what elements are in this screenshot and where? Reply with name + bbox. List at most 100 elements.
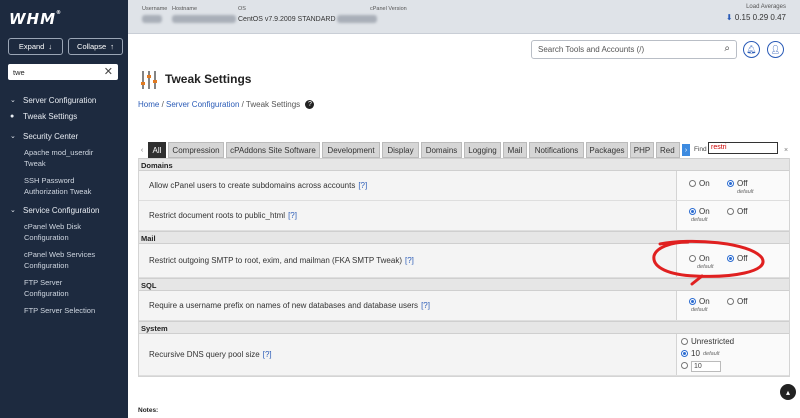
radio-off-icon[interactable] <box>727 298 734 305</box>
user-account-icon[interactable]: 👤︎ <box>767 41 784 58</box>
clear-icon[interactable]: ✕ <box>104 65 113 78</box>
breadcrumb-server-configuration[interactable]: Server Configuration <box>166 100 239 109</box>
nav-security-center[interactable]: ⌄ Security Center <box>0 132 128 142</box>
option-on[interactable]: On <box>689 254 710 263</box>
collapse-button[interactable]: Collapse ↑ <box>68 38 123 55</box>
radio-selected-icon[interactable] <box>727 255 734 262</box>
setting-help-link[interactable]: [?] <box>263 350 272 359</box>
setting-help-link[interactable]: [?] <box>358 181 367 190</box>
find-input[interactable]: restri <box>708 142 778 154</box>
tabs-scroll-left-icon[interactable]: ‹ <box>138 144 146 156</box>
sidebar: WHM® Expand ↓ Collapse ↑ twe ✕ ⌄ Server Con… <box>0 0 128 418</box>
nav-service-configuration[interactable]: ⌄ Service Configuration <box>0 206 128 216</box>
section-system: System <box>139 321 789 334</box>
setting-label: Recursive DNS query pool size [?] <box>139 334 677 375</box>
tab-notifications[interactable]: Notifications <box>529 142 584 158</box>
radio-selected-icon[interactable] <box>689 298 696 305</box>
load-down-icon: ⬇ <box>725 13 733 22</box>
load-averages: Load Averages ⬇ 0.15 0.29 0.47 <box>726 4 786 22</box>
help-icon[interactable]: ? <box>305 100 315 110</box>
option-on[interactable]: On <box>689 297 710 306</box>
default-marker: default <box>691 217 708 223</box>
sidebar-nav: ⌄ Server Configuration ● Tweak Settings ⌄ S… <box>0 96 128 316</box>
whm-logo[interactable]: WHM® <box>9 10 62 28</box>
default-marker: default <box>703 351 720 357</box>
nav-sub-label: Tweak <box>24 159 46 168</box>
tab-display[interactable]: Display <box>382 142 419 158</box>
breadcrumb-current: Tweak Settings <box>245 100 301 109</box>
setting-label: Allow cPanel users to create subdomains … <box>139 171 677 200</box>
tab-development[interactable]: Development <box>322 142 380 158</box>
radio-off-icon[interactable] <box>681 362 688 369</box>
load-values: 0.15 0.29 0.47 <box>734 13 786 22</box>
radio-off-icon[interactable] <box>727 208 734 215</box>
find-clear-icon[interactable]: × <box>782 144 790 156</box>
settings-table: Domains Allow cPanel users to create sub… <box>138 158 790 377</box>
setting-options: On Off default <box>677 201 789 230</box>
radio-selected-icon[interactable] <box>727 180 734 187</box>
option-custom[interactable] <box>681 362 688 369</box>
nav-cpanel-web-disk[interactable]: cPanel Web Disk Configuration <box>0 221 128 243</box>
tab-logging[interactable]: Logging <box>464 142 501 158</box>
tab-red[interactable]: Red <box>656 142 680 158</box>
nav-cpanel-web-services[interactable]: cPanel Web Services Configuration <box>0 249 128 271</box>
option-off[interactable]: Off <box>727 297 748 306</box>
setting-help-link[interactable]: [?] <box>421 301 430 310</box>
tab-domains[interactable]: Domains <box>421 142 462 158</box>
setting-row: Restrict outgoing SMTP to root, exim, an… <box>139 244 789 278</box>
option-10[interactable]: 10 <box>681 349 700 358</box>
setting-row: Restrict document roots to public_html [?… <box>139 201 789 231</box>
radio-off-icon[interactable] <box>689 255 696 262</box>
option-on[interactable]: On <box>689 179 710 188</box>
setting-help-link[interactable]: [?] <box>405 256 414 265</box>
nav-sub-label: Configuration <box>24 289 69 298</box>
option-off[interactable]: Off <box>727 254 748 263</box>
page-title: Tweak Settings <box>165 72 252 86</box>
nav-sub-label: FTP Server Selection <box>24 306 96 315</box>
tab-compression[interactable]: Compression <box>168 142 224 158</box>
sidebar-search-input[interactable]: twe ✕ <box>8 64 118 80</box>
setting-row: Allow cPanel users to create subdomains … <box>139 171 789 201</box>
custom-pool-size-input[interactable]: 10 <box>691 361 721 372</box>
breadcrumb-home[interactable]: Home <box>138 100 159 109</box>
option-off[interactable]: Off <box>727 207 748 216</box>
bullet-icon: ● <box>10 113 15 120</box>
expand-button[interactable]: Expand ↓ <box>8 38 63 55</box>
nav-tweak-settings[interactable]: ● Tweak Settings <box>0 112 128 122</box>
radio-off-icon[interactable] <box>689 180 696 187</box>
nav-sub-label: cPanel Web Disk <box>24 222 81 231</box>
breadcrumb: Home / Server Configuration / Tweak Sett… <box>138 100 315 110</box>
option-unrestricted[interactable]: Unrestricted <box>681 337 734 346</box>
os-value: CentOS v7.9.2009 STANDARD <box>238 15 378 23</box>
tabs-scroll-right-icon[interactable]: › <box>682 144 690 156</box>
radio-selected-icon[interactable] <box>681 350 688 357</box>
nav-ftp-server-selection[interactable]: FTP Server Selection <box>0 305 128 316</box>
scroll-to-top-icon[interactable]: ▴ <box>780 384 796 400</box>
arrow-up-icon: ↑ <box>110 42 114 51</box>
nav-ftp-server[interactable]: FTP Server Configuration <box>0 277 128 299</box>
nav-server-configuration[interactable]: ⌄ Server Configuration <box>0 96 128 106</box>
setting-label: Restrict document roots to public_html [?… <box>139 201 677 230</box>
search-icon[interactable]: ⌕ <box>724 43 730 54</box>
option-off[interactable]: Off <box>727 179 748 188</box>
notes-heading: Notes: <box>138 407 159 414</box>
tab-mail[interactable]: Mail <box>503 142 527 158</box>
hostname-value <box>172 15 236 23</box>
nav-apache-mod-userdir[interactable]: Apache mod_userdir Tweak <box>0 147 128 169</box>
tab-all[interactable]: All <box>148 142 166 158</box>
section-sql: SQL <box>139 278 789 291</box>
radio-selected-icon[interactable] <box>689 208 696 215</box>
notifications-bell-icon[interactable]: 🔔︎ <box>743 41 760 58</box>
option-on[interactable]: On <box>689 207 710 216</box>
tab-packages[interactable]: Packages <box>586 142 628 158</box>
search-tools-input[interactable]: Search Tools and Accounts (/) ⌕ <box>531 40 737 59</box>
tab-php[interactable]: PHP <box>630 142 654 158</box>
setting-label: Require a username prefix on names of ne… <box>139 291 677 320</box>
nav-sub-label: SSH Password <box>24 176 75 185</box>
setting-help-link[interactable]: [?] <box>288 211 297 220</box>
nav-ssh-password[interactable]: SSH Password Authorization Tweak <box>0 175 128 197</box>
tab-cpaddons[interactable]: cPAddons Site Software <box>226 142 320 158</box>
find-label: Find <box>694 146 707 153</box>
radio-off-icon[interactable] <box>681 338 688 345</box>
load-values-row: ⬇ 0.15 0.29 0.47 <box>726 13 786 22</box>
